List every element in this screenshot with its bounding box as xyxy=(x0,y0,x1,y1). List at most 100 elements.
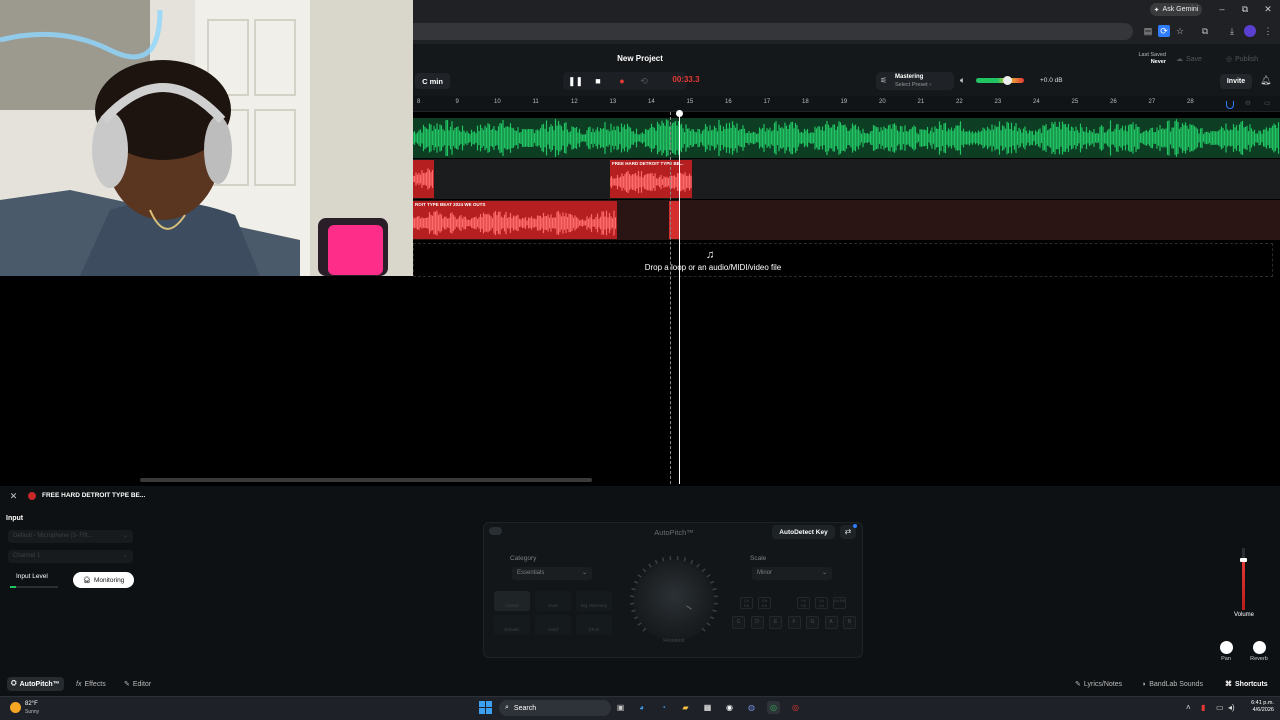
tab-effects[interactable]: fx Effects xyxy=(72,677,110,691)
file-explorer-icon[interactable]: ▰ xyxy=(679,701,692,714)
ask-gemini-button[interactable]: ✦ Ask Gemini xyxy=(1150,3,1202,16)
close-window-button[interactable]: ✕ xyxy=(1262,4,1274,15)
playhead-handle[interactable] xyxy=(676,110,683,117)
star-icon[interactable]: ☆ xyxy=(1174,25,1186,37)
input-channel-select[interactable]: Channel 1 ⌄ xyxy=(8,550,133,563)
track-2-lane[interactable]: FREE HARD DETROIT TYPE BE... xyxy=(412,159,1280,199)
minimize-button[interactable]: – xyxy=(1216,4,1228,14)
note-key-sharp[interactable]: G# Ab xyxy=(815,597,828,609)
autopitch-style-duet[interactable]: Duet xyxy=(535,591,571,611)
scale-label: Scale xyxy=(750,555,767,562)
last-saved: Last Saved Never xyxy=(1120,52,1166,66)
note-key-sharp[interactable]: A# Bb xyxy=(833,597,846,609)
app-icon[interactable]: ◉ xyxy=(723,701,736,714)
note-key-g[interactable]: G xyxy=(806,616,819,629)
bandlab-sounds-button[interactable]: ◗ BandLab Sounds xyxy=(1138,677,1207,691)
invite-button[interactable]: Invite xyxy=(1220,74,1252,89)
download-icon[interactable]: ⤓ xyxy=(1226,25,1238,37)
pause-button[interactable]: ❚❚ xyxy=(568,74,583,88)
category-label: Category xyxy=(510,555,537,562)
drop-zone[interactable] xyxy=(413,243,1273,277)
track-1-lane[interactable] xyxy=(413,118,1280,158)
fit-icon[interactable]: ▭ xyxy=(1264,99,1271,107)
note-key-d[interactable]: D xyxy=(750,616,764,629)
windows-start-icon[interactable] xyxy=(479,701,492,714)
sun-icon[interactable] xyxy=(10,702,21,713)
track-3-lane[interactable]: ROIT TYPE BEAT 2024 WE OUTS xyxy=(412,200,1280,240)
microphone-icon[interactable]: ▮ xyxy=(1201,703,1205,712)
speaker-icon[interactable]: 🔈︎ xyxy=(960,75,965,86)
track-3-clip-a[interactable]: ROIT TYPE BEAT 2024 WE OUTS xyxy=(412,201,617,239)
note-key-sharp[interactable]: C# Db xyxy=(740,597,753,609)
zoom-out-icon[interactable]: ⊖ xyxy=(1245,99,1251,107)
note-key-e[interactable]: E xyxy=(769,616,782,629)
store-icon[interactable]: ▦ xyxy=(701,701,714,714)
lyrics-notes-button[interactable]: ✎ Lyrics/Notes xyxy=(1071,677,1126,691)
input-level-label: Input Level xyxy=(16,573,48,580)
address-bar[interactable] xyxy=(413,23,1133,40)
recorder-icon[interactable]: ◎ xyxy=(789,701,802,714)
ruler-tick: 21 xyxy=(917,99,925,105)
chevron-up-icon[interactable]: ˄ xyxy=(1186,703,1191,712)
track-2-clip-a[interactable] xyxy=(412,160,434,198)
key-button[interactable]: C min xyxy=(415,73,450,89)
display-icon[interactable]: ▭ xyxy=(1216,703,1224,712)
autopitch-style-choir[interactable]: Choir xyxy=(576,615,612,635)
input-device-select[interactable]: Default - Microphone (3- Fift... ⌄ xyxy=(8,530,133,543)
taskbar-search[interactable]: ⌕ Search xyxy=(499,700,611,716)
project-title[interactable]: New Project xyxy=(600,54,680,63)
note-key-a[interactable]: A xyxy=(824,616,838,629)
volume-icon[interactable]: ◂) xyxy=(1228,703,1235,712)
publish-button[interactable]: ◎ Publish xyxy=(1226,52,1258,66)
note-key-sharp[interactable]: D# Eb xyxy=(758,597,771,609)
loop-icon[interactable]: ⟲ xyxy=(637,74,651,88)
category-select[interactable]: Essentials ⌄ xyxy=(512,567,592,580)
mastering-preset: Select Preset › xyxy=(895,82,932,88)
note-key-b[interactable]: B xyxy=(843,616,856,629)
chrome-icon[interactable]: ◎ xyxy=(767,701,780,714)
discord-icon[interactable]: ◍ xyxy=(745,701,758,714)
translate-icon[interactable]: ⟳ xyxy=(1158,25,1170,37)
system-clock[interactable]: 6:41 p.m. 4/6/2026 xyxy=(1240,700,1274,714)
restore-button[interactable]: ⧉ xyxy=(1239,4,1251,15)
snap-magnet-icon[interactable] xyxy=(1226,101,1234,109)
note-key-sharp[interactable]: F# Gb xyxy=(797,597,810,609)
edge-dev-icon[interactable]: ◔ xyxy=(657,701,670,714)
menu-icon[interactable]: ⋮ xyxy=(1262,25,1274,37)
volume-fader-fill xyxy=(1242,560,1245,610)
playhead[interactable] xyxy=(679,112,680,484)
clock-date: 4/6/2026 xyxy=(1252,707,1274,713)
tab-editor[interactable]: ✎ Editor xyxy=(120,677,155,691)
sidebar-icon[interactable]: ▤ xyxy=(1142,25,1154,37)
tab-autopitch[interactable]: ⛭ AutoPitch™ xyxy=(7,677,64,691)
profile-icon[interactable] xyxy=(1244,25,1256,37)
stop-button[interactable]: ■ xyxy=(591,74,605,88)
autopitch-style-big-harmony[interactable]: Big Harmony xyxy=(576,591,612,611)
volume-fader-thumb[interactable] xyxy=(1240,558,1247,562)
reverb-knob[interactable] xyxy=(1253,641,1266,654)
bell-icon[interactable]: 🔔︎ xyxy=(1260,75,1271,86)
autopitch-style-classic[interactable]: Classic xyxy=(494,591,530,611)
extensions-icon[interactable]: ⧉ xyxy=(1199,25,1211,37)
save-button[interactable]: ☁ Save xyxy=(1176,52,1202,66)
record-button[interactable]: ● xyxy=(615,74,629,88)
autopitch-style-hard[interactable]: Hard xyxy=(535,615,571,635)
note-key-c[interactable]: C xyxy=(732,616,745,629)
scale-select[interactable]: Minor ⌄ xyxy=(752,567,832,580)
horizontal-scrollbar[interactable] xyxy=(140,478,592,482)
pan-knob[interactable] xyxy=(1220,641,1233,654)
globe-icon: ◎ xyxy=(1226,56,1233,63)
edge-icon[interactable]: ◕ xyxy=(635,701,648,714)
master-volume-thumb[interactable] xyxy=(1003,76,1012,85)
master-volume-slider[interactable] xyxy=(976,78,1024,83)
autodetect-key-button[interactable]: AutoDetect Key xyxy=(772,525,835,539)
task-view-icon[interactable]: ▣ xyxy=(614,701,627,714)
close-icon[interactable]: ✕ xyxy=(8,491,19,502)
shortcuts-button[interactable]: ⌘ Shortcuts xyxy=(1221,677,1272,691)
note-key-f[interactable]: F xyxy=(787,616,801,629)
monitoring-button[interactable]: 🎧︎ Monitoring xyxy=(73,572,134,588)
volume-db-label: +0.0 dB xyxy=(1040,77,1063,84)
autopitch-style-robotic[interactable]: Robotic xyxy=(494,615,530,635)
ruler-tick: 15 xyxy=(686,99,694,105)
autopitch-toggle[interactable] xyxy=(489,527,502,535)
